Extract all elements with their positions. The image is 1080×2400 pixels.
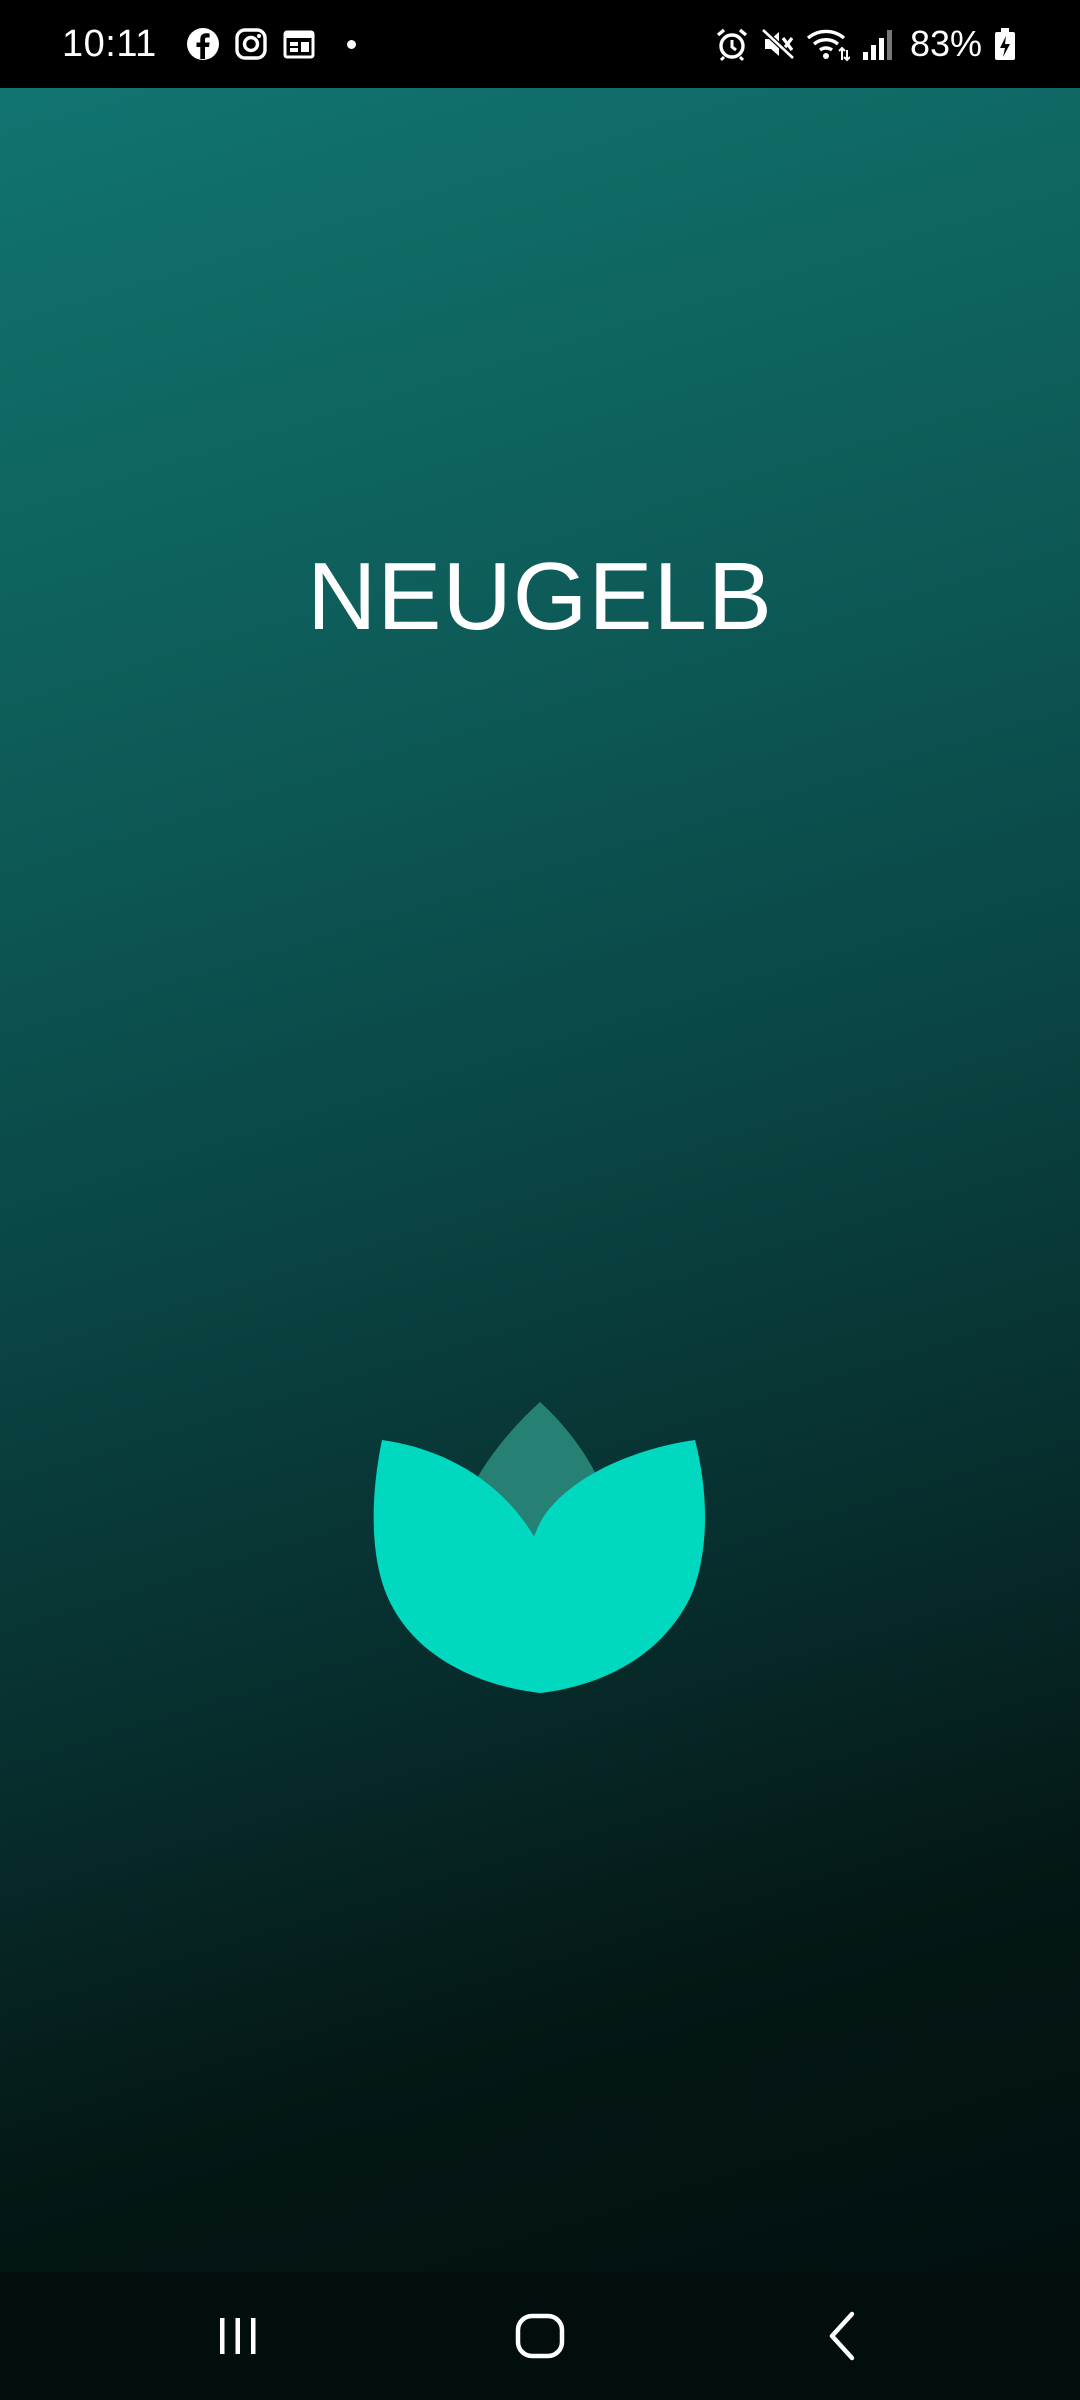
notification-dot bbox=[346, 39, 356, 49]
wifi-icon bbox=[806, 26, 850, 62]
home-icon bbox=[515, 2313, 565, 2359]
status-bar-left: 10:11 bbox=[62, 0, 356, 88]
calendar-icon bbox=[281, 26, 317, 62]
status-bar: 10:11 83% bbox=[0, 0, 1080, 88]
status-time: 10:11 bbox=[62, 22, 157, 65]
recents-icon bbox=[220, 2318, 256, 2354]
battery-percentage: 83% bbox=[909, 23, 982, 64]
home-button[interactable] bbox=[480, 2296, 600, 2376]
battery-charging-icon bbox=[992, 26, 1018, 62]
instagram-icon bbox=[233, 26, 269, 62]
app-title: NEUGELB bbox=[307, 543, 773, 650]
navigation-bar bbox=[0, 2272, 1080, 2400]
facebook-icon bbox=[185, 26, 221, 62]
status-bar-right: 83% bbox=[704, 0, 1018, 88]
screen: 10:11 83% NEUGELB bbox=[0, 0, 1080, 2400]
signal-icon bbox=[860, 26, 896, 62]
alarm-icon bbox=[714, 26, 750, 62]
mute-icon bbox=[760, 26, 796, 62]
leaf-logo-icon bbox=[360, 1368, 720, 1698]
back-icon bbox=[829, 2311, 855, 2361]
recents-button[interactable] bbox=[178, 2296, 298, 2376]
back-button[interactable] bbox=[782, 2296, 902, 2376]
splash-screen: NEUGELB bbox=[0, 88, 1080, 2272]
